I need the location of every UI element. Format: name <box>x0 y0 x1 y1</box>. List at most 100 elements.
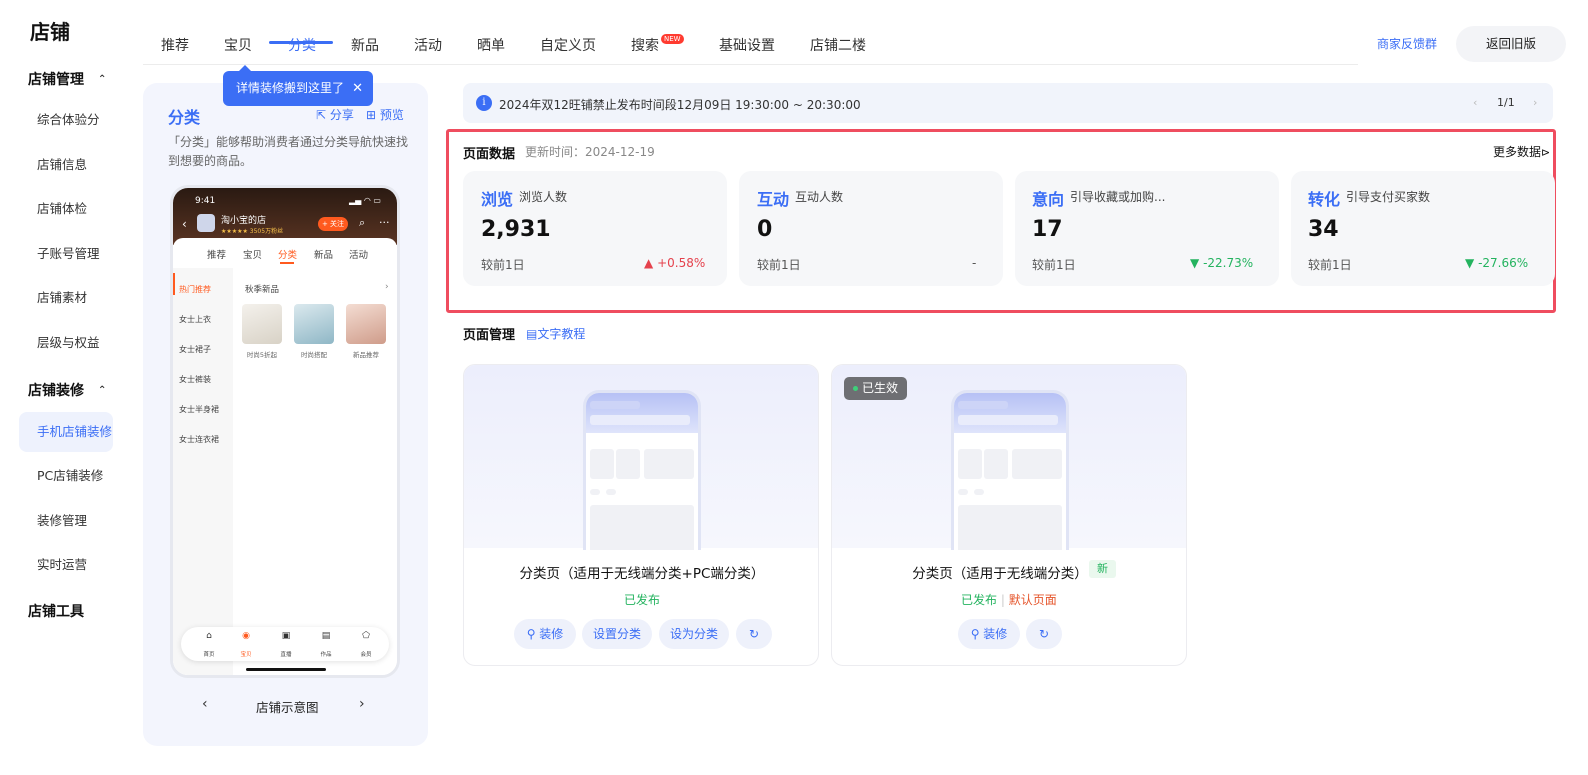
metric-card-views[interactable]: 浏览 浏览人数 2,931 较前1日 ▲ +0.58% <box>463 171 727 286</box>
share-icon: ⇱ <box>316 108 330 122</box>
shop-avatar <box>197 214 215 232</box>
metric-card-intent[interactable]: 意向 引导收藏或加购... 17 较前1日 ▼ -22.73% <box>1015 171 1279 286</box>
feedback-group-link[interactable]: 商家反馈群 <box>1377 35 1437 52</box>
metric-key: 互动 <box>757 190 790 209</box>
live-status-badge: 已生效 <box>844 377 907 400</box>
phone-shop-stars: ★★★★★ 3505万粉丝 <box>221 228 284 235</box>
sidebar-item-levels[interactable]: 层级与权益 <box>19 323 113 363</box>
template-name: 分类页（适用于无线端分类+PC端分类） <box>519 566 765 582</box>
decorate-button[interactable]: ⚲ 装修 <box>514 619 576 649</box>
close-icon[interactable]: ✕ <box>352 71 363 106</box>
metric-delta: ▼ -22.73% <box>1190 256 1253 270</box>
phone-sub-title: 秋季新品 <box>245 285 280 295</box>
tab-recommend[interactable]: 推荐 <box>161 35 189 55</box>
sidebar-item-mobile-decoration[interactable]: 手机店铺装修 <box>19 412 113 452</box>
tab-custom-page[interactable]: 自定义页 <box>540 35 596 55</box>
template-card-1[interactable]: 分类页（适用于无线端分类+PC端分类） 已发布 ⚲ 装修 设置分类 设为分类 ↻ <box>463 364 819 666</box>
sidebar-item-shop-assets[interactable]: 店铺素材 <box>19 278 113 318</box>
text-tutorial-link[interactable]: ▤文字教程 <box>526 325 585 342</box>
return-old-version-button[interactable]: 返回旧版 <box>1456 26 1566 62</box>
home-icon: ⌂ <box>206 631 212 641</box>
brush-icon: ⚲ <box>526 627 540 641</box>
metric-card-interaction[interactable]: 互动 互动人数 0 较前1日 - <box>739 171 1003 286</box>
set-category-button[interactable]: 设置分类 <box>582 619 652 649</box>
sidebar-item-experience-score[interactable]: 综合体验分 <box>19 100 113 140</box>
notice-text: 2024年双12旺铺禁止发布时间段12月09日 19:30:00 ~ 20:30… <box>499 98 861 112</box>
member-icon: ⬠ <box>362 631 370 641</box>
qrcode-icon: ⊞ <box>366 108 380 122</box>
phone-tab: 推荐 <box>207 250 227 261</box>
product-image-sweater <box>346 304 386 344</box>
phone-tab: 新品 <box>314 250 334 261</box>
metric-delta: ▼ -27.66% <box>1465 256 1528 270</box>
preview-description: 「分类」能够帮助消费者通过分类导航快速找到想要的商品。 <box>168 135 409 168</box>
works-icon: ▤ <box>321 631 331 641</box>
phone-category: 女士连衣裙 <box>179 435 219 444</box>
decorate-label: 装修 <box>539 627 564 641</box>
phone-bottom-label: 首页 <box>203 652 215 658</box>
tab-reviews[interactable]: 晒单 <box>477 35 505 55</box>
phone-bottom-label: 会员 <box>360 652 372 658</box>
template-status: 已发布 | 默认页面 <box>961 593 1057 607</box>
sidebar-group-shop-tools[interactable]: 店铺工具 <box>28 601 84 621</box>
tab-new[interactable]: 新品 <box>351 35 379 55</box>
sidebar-group-shop-decoration[interactable]: 店铺装修 ⌃ <box>28 380 106 400</box>
preview-title: 分类 <box>168 108 201 127</box>
sidebar-group-shop-management[interactable]: 店铺管理 ⌃ <box>28 69 106 89</box>
share-button[interactable]: ⇱ 分享 <box>316 106 354 123</box>
chevron-left-icon[interactable]: ‹ <box>202 696 208 712</box>
page-management-title: 页面管理 <box>463 328 516 343</box>
product-label: 新品推荐 <box>353 351 379 359</box>
sidebar-item-sub-accounts[interactable]: 子账号管理 <box>19 234 113 274</box>
tab-category[interactable]: 分类 <box>288 35 316 55</box>
phone-category: 女士上衣 <box>179 315 211 324</box>
product-label: 时尚5折起 <box>246 351 278 359</box>
tab-search[interactable]: 搜索 <box>631 35 659 55</box>
update-time: 更新时间：2024-12-19 <box>525 145 655 159</box>
delta-value: -27.66% <box>1478 256 1529 270</box>
refresh-icon[interactable]: ↻ <box>736 619 772 649</box>
metric-delta: - <box>972 256 977 270</box>
phone-tab: 活动 <box>349 250 369 261</box>
phone-category: 女士裤装 <box>179 375 211 384</box>
brush-icon: ⚲ <box>970 627 984 641</box>
info-icon: i <box>476 95 492 111</box>
new-badge: NEW <box>661 34 684 44</box>
metric-value: 0 <box>757 217 773 242</box>
metric-card-conversion[interactable]: 转化 引导支付买家数 34 较前1日 ▼ -27.66% <box>1291 171 1555 286</box>
sidebar-item-shop-check[interactable]: 店铺体检 <box>19 189 113 229</box>
preview-button[interactable]: ⊞ 预览 <box>366 106 404 123</box>
sidebar-item-shop-info[interactable]: 店铺信息 <box>19 145 113 185</box>
group-label: 店铺管理 <box>28 72 84 88</box>
phone-thumbnail <box>951 390 1069 550</box>
template-card-2[interactable]: 分类页（适用于无线端分类） 已发布 | 默认页面 ⚲ 装修 ↻ <box>831 364 1187 666</box>
phone-time: 9:41 <box>195 196 216 206</box>
decorate-button[interactable]: ⚲ 装修 <box>958 619 1020 649</box>
sidebar-item-pc-decoration[interactable]: PC店铺装修 <box>19 456 113 496</box>
group-label: 店铺工具 <box>28 604 84 620</box>
pager-text: 1/1 <box>1497 96 1515 109</box>
pager-prev-icon[interactable]: ‹ <box>1473 96 1477 109</box>
chevron-right-icon[interactable]: › <box>359 696 365 712</box>
pager-next-icon[interactable]: › <box>1533 96 1537 109</box>
signal-wifi-battery-icon: ▂▄ ◠ ▭ <box>349 196 381 205</box>
tab-activity[interactable]: 活动 <box>414 35 442 55</box>
product-image-denim <box>294 304 334 344</box>
metric-key: 转化 <box>1308 190 1341 209</box>
tab-items[interactable]: 宝贝 <box>224 35 252 55</box>
more-data-link[interactable]: 更多数据⊳ <box>1493 143 1550 160</box>
sidebar-item-decoration-management[interactable]: 装修管理 <box>19 501 113 541</box>
phone-bottom-label: 直播 <box>280 652 292 658</box>
tab-shop-second-floor[interactable]: 店铺二楼 <box>810 35 866 55</box>
chevron-circle-right-icon: ⊳ <box>1541 146 1551 159</box>
set-as-category-button[interactable]: 设为分类 <box>659 619 729 649</box>
sidebar: 店铺 店铺管理 ⌃ 综合体验分 店铺信息 店铺体检 子账号管理 店铺素材 层级与权… <box>0 0 128 775</box>
phone-tab-indicator <box>280 262 294 264</box>
tab-basic-settings[interactable]: 基础设置 <box>719 35 775 55</box>
page-data-title: 页面数据 <box>463 147 516 162</box>
refresh-icon[interactable]: ↻ <box>1026 619 1062 649</box>
sidebar-item-realtime-ops[interactable]: 实时运营 <box>19 545 113 585</box>
live-icon: ▣ <box>281 631 291 641</box>
metric-compare: 较前1日 <box>1308 258 1352 272</box>
arrow-up-icon: ▲ <box>644 256 654 270</box>
